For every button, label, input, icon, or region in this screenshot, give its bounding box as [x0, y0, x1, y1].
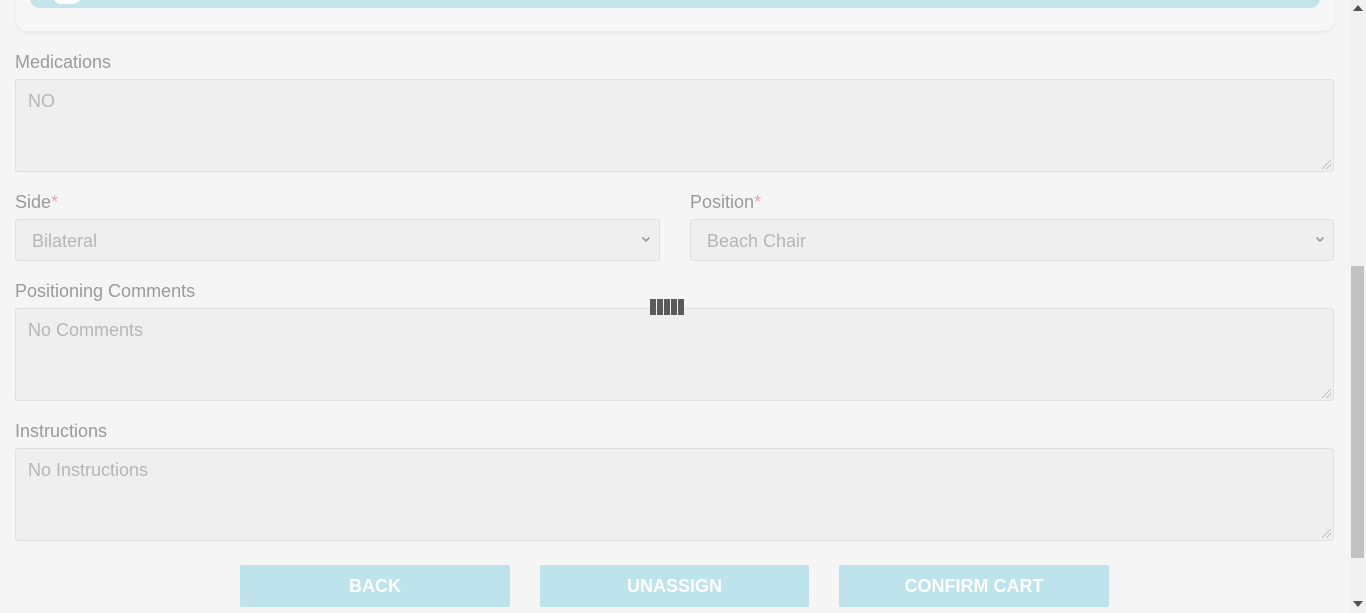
position-select[interactable]: Beach Chair	[690, 219, 1334, 261]
side-selected-value: Bilateral	[32, 231, 98, 251]
scrollbar-thumb[interactable]	[1351, 266, 1364, 558]
page: Medications NO Side* Bilateral Position*…	[0, 0, 1366, 613]
medications-label: Medications	[15, 52, 112, 72]
scroll-up-arrow-icon[interactable]	[1353, 5, 1363, 11]
resize-handle-icon[interactable]	[1322, 160, 1331, 169]
back-button[interactable]: BACK	[240, 565, 510, 607]
position-selected-value: Beach Chair	[707, 231, 807, 251]
resize-handle-icon[interactable]	[1322, 529, 1331, 538]
required-mark: *	[51, 192, 59, 212]
confirm-cart-button[interactable]: CONFIRM CART	[839, 565, 1109, 607]
top-progress-bar	[30, 0, 1320, 8]
medications-textarea[interactable]: NO	[15, 79, 1334, 172]
top-card	[16, 0, 1334, 31]
side-select[interactable]: Bilateral	[15, 219, 660, 261]
resize-handle-icon[interactable]	[1322, 389, 1331, 398]
position-label: Position*	[690, 192, 762, 212]
positioning-comments-textarea[interactable]: No Comments	[15, 308, 1334, 401]
loading-spinner-icon	[650, 299, 685, 315]
chevron-down-icon	[1315, 236, 1325, 243]
scroll-down-arrow-icon[interactable]	[1353, 601, 1363, 607]
positioning-comments-label: Positioning Comments	[15, 281, 196, 301]
unassign-button[interactable]: UNASSIGN	[540, 565, 809, 607]
required-mark: *	[754, 192, 762, 212]
instructions-value: No Instructions	[28, 460, 149, 480]
positioning-comments-value: No Comments	[28, 320, 144, 340]
instructions-label: Instructions	[15, 421, 108, 441]
medications-value: NO	[28, 91, 55, 111]
instructions-textarea[interactable]: No Instructions	[15, 448, 1334, 541]
form-content: Medications NO Side* Bilateral Position*…	[0, 0, 1350, 613]
chevron-down-icon	[641, 236, 651, 243]
side-label: Side*	[15, 192, 59, 212]
